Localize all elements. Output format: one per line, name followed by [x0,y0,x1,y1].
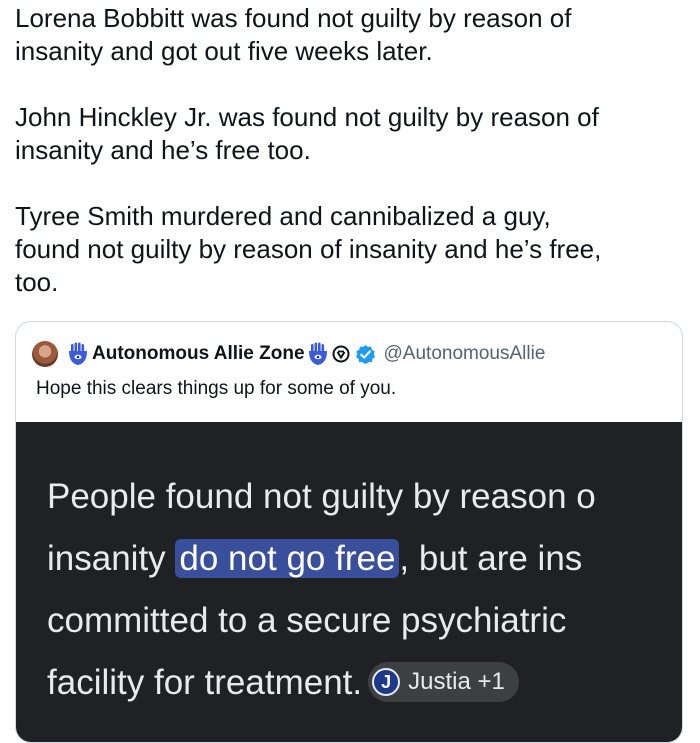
quoted-tweet-text: Hope this clears things up for some of y… [36,378,397,399]
search-snippet-text: People found not guilty by reason o insa… [47,466,682,714]
quoted-image[interactable]: People found not guilty by reason o insa… [16,422,682,742]
quoted-tweet-header[interactable]: Autonomous Allie Zone @AutonomousAllie [32,340,545,368]
circle-badge-icon [332,345,350,363]
tweet-paragraph: Lorena Bobbitt was found not guilty by r… [15,2,685,68]
justia-icon: J [372,667,401,696]
hamsa-icon [308,342,327,365]
source-label: Justia +1 [408,667,505,695]
snippet-highlight: do not go free [175,539,400,578]
tweet-paragraph: Tyree Smith murdered and cannibalized a … [15,200,685,299]
tweet-line: Tyree Smith murdered and cannibalized a … [15,201,551,231]
tweet-text: Lorena Bobbitt was found not guilty by r… [15,0,685,299]
snippet-line: , but are ins [399,539,583,578]
tweet-line: insanity and got out five weeks later. [15,36,433,66]
snippet-line: facility for treatment. [47,663,363,702]
tweet-line: Lorena Bobbitt was found not guilty by r… [15,3,572,33]
tweet-line: John Hinckley Jr. was found not guilty b… [15,102,599,132]
tweet-line: found not guilty by reason of insanity a… [15,234,602,264]
quoted-tweet-card[interactable]: Autonomous Allie Zone @AutonomousAllie H… [15,321,683,743]
handle[interactable]: @AutonomousAllie [384,343,546,365]
avatar[interactable] [32,341,58,367]
tweet-line: too. [15,267,59,297]
tweet-line: insanity and he’s free too. [15,135,311,165]
snippet-line: insanity [47,539,176,578]
tweet-paragraph: John Hinckley Jr. was found not guilty b… [15,101,685,167]
hamsa-icon [69,342,87,365]
display-name[interactable]: Autonomous Allie Zone [92,343,305,365]
verified-badge-icon [355,344,375,364]
snippet-line: People found not guilty by reason o [47,477,596,516]
source-chip: J Justia +1 [368,661,519,702]
snippet-line: committed to a secure psychiatric [47,601,567,640]
